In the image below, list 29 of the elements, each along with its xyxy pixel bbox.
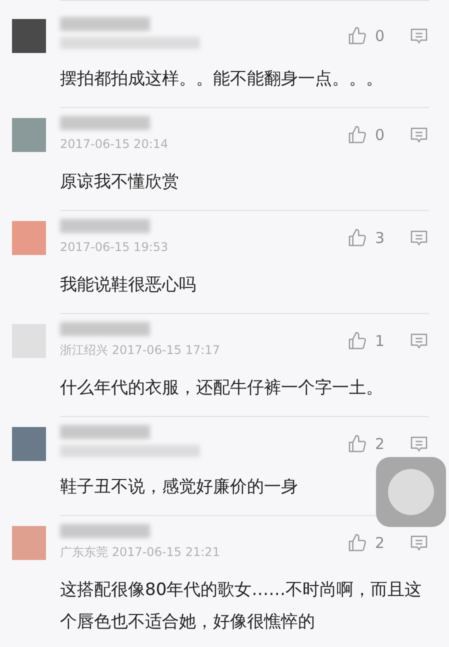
comment-icon[interactable] — [409, 533, 429, 554]
comment-meta: 2017-06-15 20:14 — [60, 136, 170, 152]
comment-icon[interactable] — [409, 331, 429, 352]
comment-meta: 广东东莞 2017-06-15 21:21 — [60, 544, 221, 560]
comment-text: 什么年代的衣服，还配牛仔裤一个字一土。 — [60, 377, 383, 400]
like-count: 1 — [375, 331, 386, 352]
thumbs-up-icon[interactable] — [347, 331, 367, 352]
like-count: 0 — [375, 125, 386, 146]
comment-icon[interactable] — [409, 26, 429, 46]
comment-text: 这搭配很像80年代的歌女……不时尚啊，而且这个唇色也不适合她，好像很憔悴的 — [60, 579, 423, 634]
thumbs-up-icon[interactable] — [347, 228, 367, 248]
comment-text: 鞋子丑不说，感觉好廉价的一身 — [60, 476, 298, 499]
thumbs-up-icon[interactable] — [347, 434, 367, 454]
comment-icon[interactable] — [409, 228, 429, 248]
comment-icon[interactable] — [409, 434, 429, 454]
floating-assistive-button[interactable] — [376, 457, 446, 527]
like-count: 0 — [375, 26, 386, 47]
like-count: 2 — [375, 533, 386, 554]
comment-icon[interactable] — [409, 125, 429, 146]
comment-meta: 2017-06-15 19:53 — [60, 239, 170, 255]
thumbs-up-icon[interactable] — [347, 533, 367, 554]
like-count: 3 — [375, 228, 386, 249]
thumbs-up-icon[interactable] — [347, 26, 367, 46]
comment-text: 我能说鞋很恶心吗 — [60, 274, 196, 297]
comment-meta: 浙江绍兴 2017-06-15 17:17 — [60, 342, 221, 358]
thumbs-up-icon[interactable] — [347, 125, 367, 146]
comment-text: 摆拍都拍成这样。。能不能翻身一点。。。 — [60, 68, 383, 91]
like-count: 2 — [375, 434, 386, 455]
comment-text: 原谅我不懂欣赏 — [60, 171, 179, 194]
